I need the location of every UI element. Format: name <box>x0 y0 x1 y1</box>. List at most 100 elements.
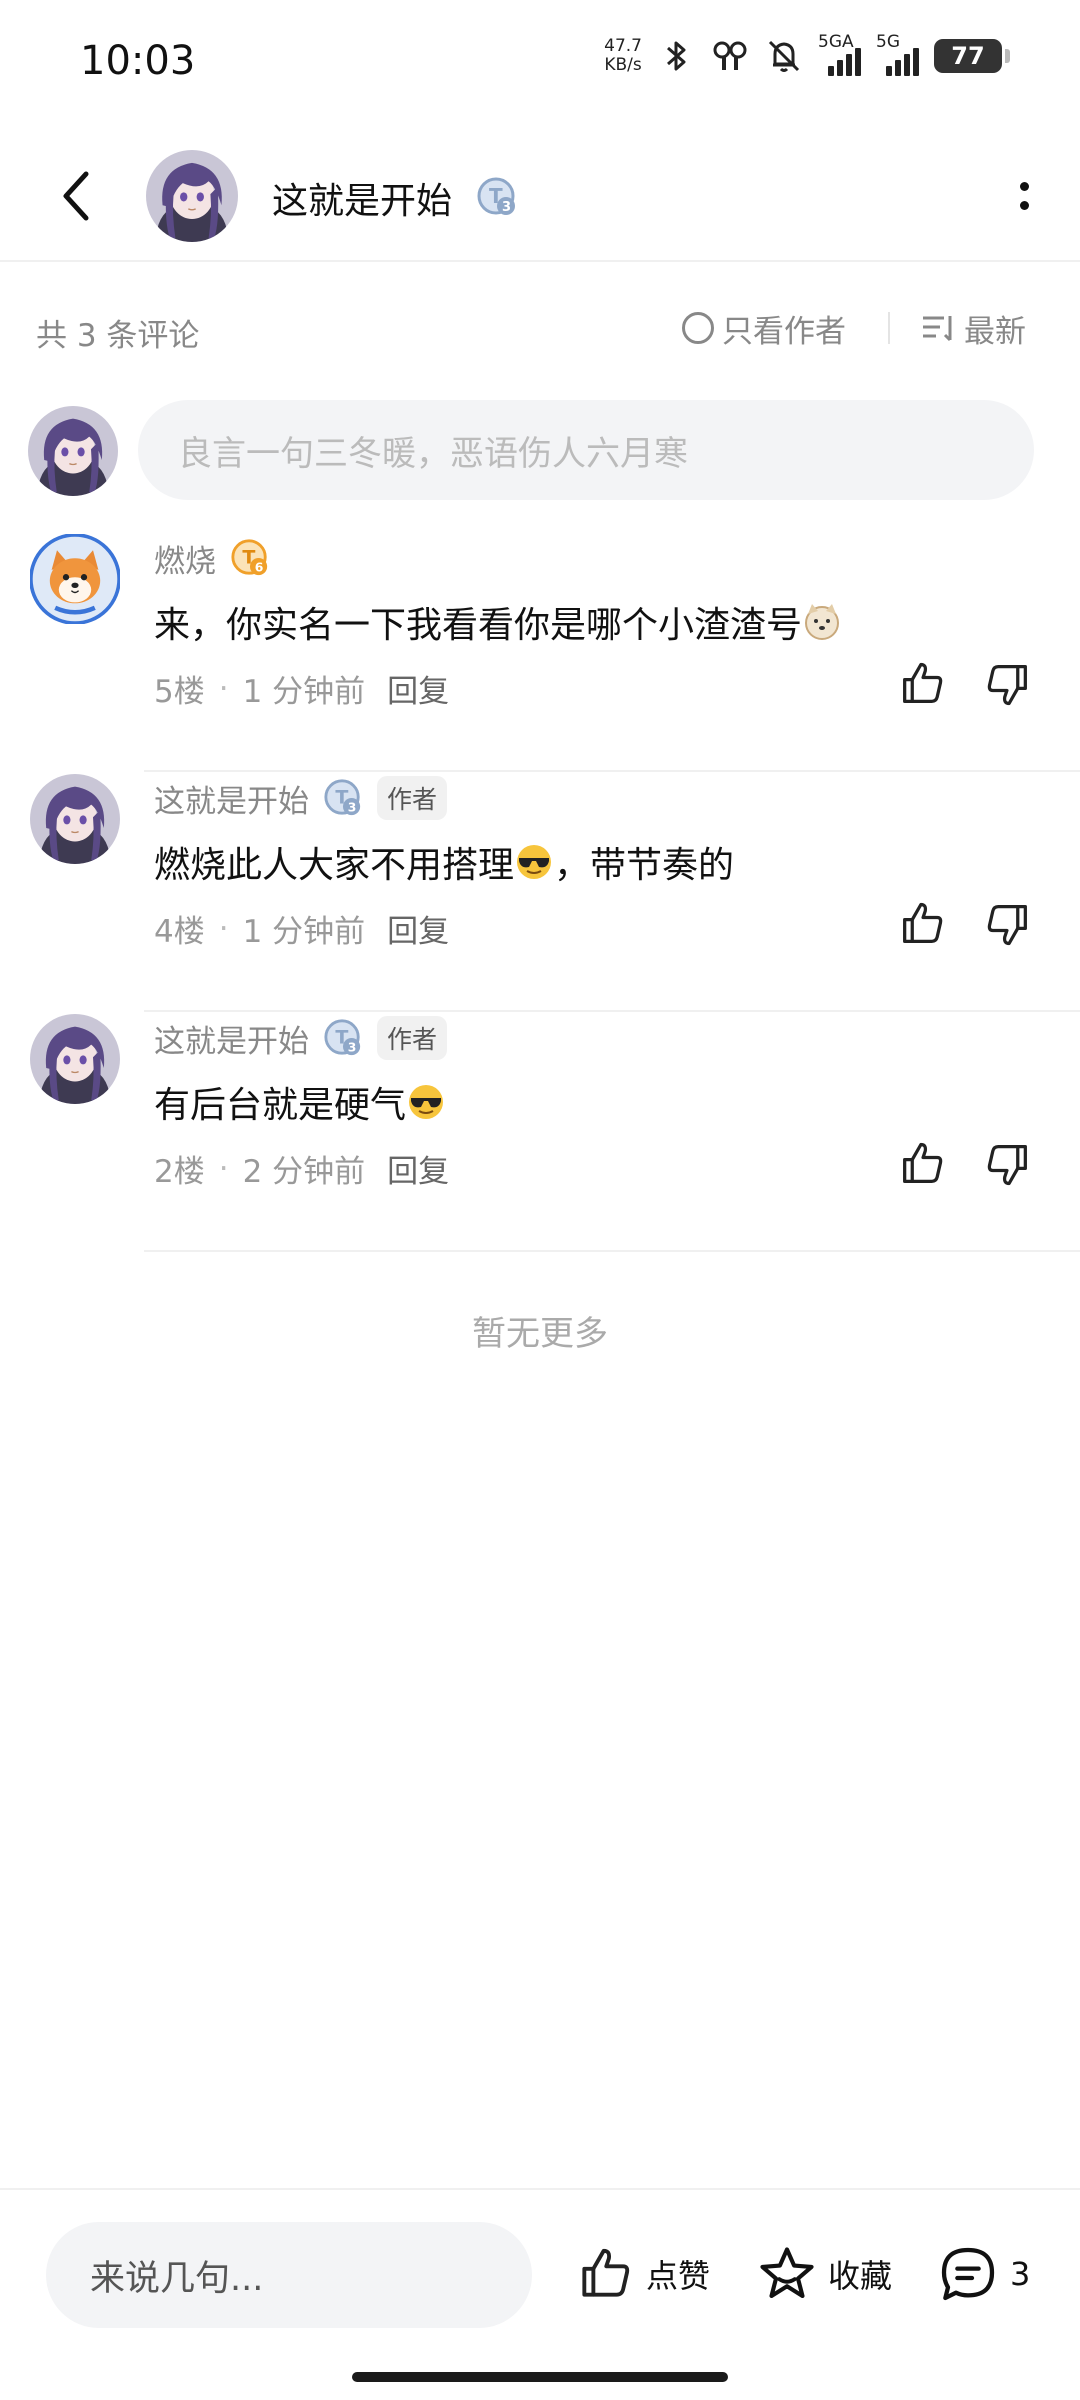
avatar[interactable] <box>30 774 120 864</box>
comment-header: 这就是开始 T 3 作者 <box>154 1014 448 1062</box>
floor-number: 4楼 <box>154 914 205 950</box>
comment-filter-row: 共 3 条评论 只看作者 最新 <box>0 296 1080 366</box>
comment-text: 有后台就是硬气 <box>154 1076 446 1128</box>
author-tag: 作者 <box>377 776 448 820</box>
bluetooth-icon <box>667 41 686 71</box>
radio-circle-icon <box>682 312 714 344</box>
comment-text: 来，你实名一下我看看你是哪个小渣渣号 <box>154 596 842 648</box>
author-only-label: 只看作者 <box>722 313 846 350</box>
sunglasses-emoji-icon <box>517 845 552 879</box>
sort-button[interactable]: 最新 <box>920 306 1026 350</box>
comment-item: 燃烧 T 6 来，你实名一下我看看你是哪个小渣渣号 5楼 · 1 分钟前 回复 <box>0 534 1080 772</box>
comment-item: 这就是开始 T 3 作者 有后台就是硬气 2楼 · 2 分钟前 回复 <box>0 1014 1080 1252</box>
level-badge-icon: T 3 <box>324 779 361 816</box>
sim1-label: 5GA <box>818 32 854 52</box>
comment-text-content: 来，你实名一下我看看你是哪个小渣渣号 <box>154 605 803 646</box>
level-badge-icon: T 3 <box>477 177 515 215</box>
more-options-button[interactable] <box>994 164 1054 228</box>
comment-meta: 2楼 · 2 分钟前 回复 <box>154 1146 449 1191</box>
comment-item: 这就是开始 T 3 作者 燃烧此人大家不用搭理 ，带节奏的 4楼 · 1 分钟前… <box>0 774 1080 1012</box>
quick-comment-input[interactable]: 来说几句... <box>46 2222 532 2328</box>
thumbs-down-icon[interactable] <box>982 1138 1034 1190</box>
avatar[interactable] <box>146 150 238 242</box>
comment-header: 这就是开始 T 3 作者 <box>154 774 448 822</box>
bottom-action-bar: 来说几句... 点赞 收藏 3 <box>0 2188 1080 2400</box>
doge-emoji-icon <box>805 604 840 640</box>
avatar[interactable] <box>30 534 120 624</box>
thumbs-up-icon[interactable] <box>896 658 948 710</box>
page-title: 这就是开始 <box>272 181 453 222</box>
level-number: 3 <box>348 1040 357 1054</box>
comment-text-content: ，带节奏的 <box>554 845 735 886</box>
like-button[interactable]: 点赞 <box>574 2242 710 2306</box>
comments-button[interactable]: 3 <box>936 2242 1030 2306</box>
reply-button[interactable]: 回复 <box>387 666 449 711</box>
comment-meta: 5楼 · 1 分钟前 回复 <box>154 666 449 711</box>
chevron-left-icon <box>63 171 89 221</box>
battery-icon: 77 <box>934 39 1010 73</box>
divider <box>144 1010 1080 1012</box>
reply-button[interactable]: 回复 <box>387 906 449 951</box>
level-number: 3 <box>348 800 357 814</box>
reply-button[interactable]: 回复 <box>387 1146 449 1191</box>
comment-count: 共 3 条评论 <box>36 318 200 354</box>
comment-time: 1 分钟前 <box>242 674 366 710</box>
signal-icon: 5GA <box>818 32 862 76</box>
comment-text: 燃烧此人大家不用搭理 ，带节奏的 <box>154 836 734 888</box>
floor-number: 5楼 <box>154 674 205 710</box>
comment-compose-row: 良言一句三冬暖，恶语伤人六月寒 <box>0 400 1080 504</box>
top-nav-bar: 这就是开始 T 3 <box>0 130 1080 262</box>
earbuds-icon <box>713 41 747 70</box>
avatar <box>28 406 118 496</box>
thumbs-down-icon[interactable] <box>982 658 1034 710</box>
favorite-label: 收藏 <box>828 2257 893 2295</box>
thumbs-up-icon <box>574 2243 636 2305</box>
commenter-name[interactable]: 这就是开始 <box>154 776 309 821</box>
comment-text-content: 有后台就是硬气 <box>154 1085 407 1126</box>
home-indicator[interactable] <box>352 2372 728 2382</box>
commenter-name[interactable]: 这就是开始 <box>154 1016 309 1061</box>
level-number: 6 <box>255 560 264 574</box>
level-number: 3 <box>502 200 511 215</box>
sim2-label: 5G <box>876 32 900 52</box>
status-time: 10:03 <box>80 38 196 84</box>
divider <box>144 1250 1080 1252</box>
divider <box>144 770 1080 772</box>
comment-meta: 4楼 · 1 分钟前 回复 <box>154 906 449 951</box>
network-speed: 47.7 KB/s <box>604 37 642 75</box>
back-button[interactable] <box>46 164 106 228</box>
thumbs-up-icon[interactable] <box>896 1138 948 1190</box>
thumbs-down-icon[interactable] <box>982 898 1034 950</box>
more-dot-icon <box>1019 182 1029 191</box>
author-only-toggle[interactable]: 只看作者 <box>682 306 846 350</box>
sort-icon <box>923 316 952 342</box>
comment-time: 1 分钟前 <box>242 914 366 950</box>
no-more-text: 暂无更多 <box>472 1314 608 1354</box>
thumbs-up-icon[interactable] <box>896 898 948 950</box>
separator-dot: · <box>218 670 229 707</box>
signal-icon: 5G <box>876 32 920 76</box>
comment-time: 2 分钟前 <box>242 1154 366 1190</box>
like-label: 点赞 <box>646 2257 711 2295</box>
favorite-button[interactable]: 收藏 <box>756 2242 892 2306</box>
divider <box>888 312 890 344</box>
comment-input[interactable]: 良言一句三冬暖，恶语伤人六月寒 <box>138 400 1034 500</box>
level-badge-icon: T 3 <box>324 1019 361 1056</box>
separator-dot: · <box>218 1150 229 1187</box>
more-dot-icon <box>1019 201 1029 210</box>
comment-count-label: 3 <box>1010 2255 1031 2293</box>
network-speed-unit: KB/s <box>604 55 642 75</box>
bell-muted-icon <box>768 40 800 72</box>
author-tag: 作者 <box>377 1016 448 1060</box>
sort-label: 最新 <box>964 313 1026 350</box>
star-icon <box>760 2247 814 2299</box>
avatar[interactable] <box>30 1014 120 1104</box>
comment-bubble-icon <box>941 2247 995 2301</box>
commenter-name[interactable]: 燃烧 <box>154 536 216 581</box>
network-speed-value: 47.7 <box>604 36 642 56</box>
status-icons: 47.7 KB/s 5GA 5G 77 <box>604 32 1010 76</box>
status-bar: 10:03 47.7 KB/s 5GA 5G 77 <box>0 0 1080 130</box>
level-badge-icon: T 6 <box>231 539 268 576</box>
sunglasses-emoji-icon <box>409 1085 444 1119</box>
floor-number: 2楼 <box>154 1154 205 1190</box>
